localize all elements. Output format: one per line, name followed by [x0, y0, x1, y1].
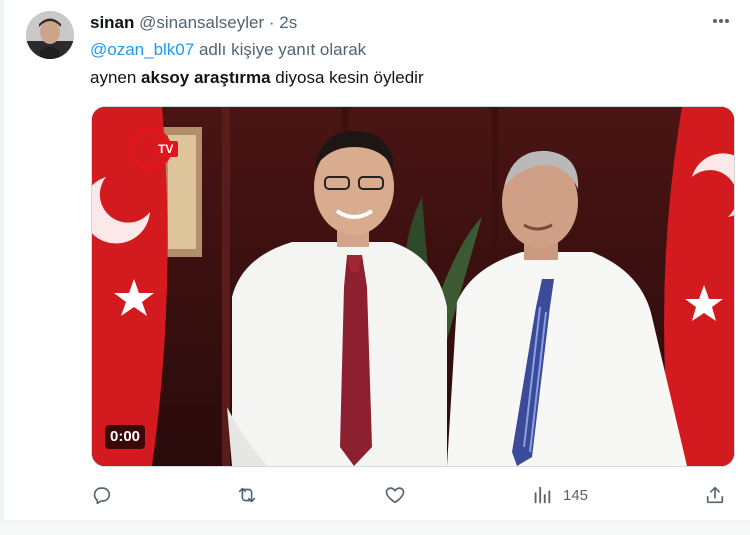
video-player[interactable]: TV	[91, 106, 735, 467]
avatar[interactable]	[26, 11, 74, 59]
tweet-actions-bar: 145	[88, 480, 734, 510]
reply-button[interactable]	[90, 480, 112, 510]
views-icon	[531, 484, 553, 506]
reply-icon	[90, 484, 112, 506]
tweet-text-start: aynen	[90, 68, 142, 87]
share-button[interactable]	[704, 480, 726, 510]
video-frame	[92, 107, 734, 466]
more-icon	[713, 19, 729, 23]
channel-logo-text: TV	[158, 142, 174, 156]
tweet-text-bold: aksoy araştırma	[141, 68, 271, 87]
user-handle[interactable]: @sinansalseyler	[139, 13, 264, 32]
timestamp[interactable]: 2s	[279, 13, 297, 32]
retweet-icon	[236, 484, 258, 506]
views-button[interactable]: 145	[531, 480, 588, 510]
views-count: 145	[563, 486, 589, 504]
tweet-text: aynen aksoy araştırma diyosa kesin öyled…	[90, 67, 424, 89]
like-button[interactable]	[384, 480, 406, 510]
reply-to-handle[interactable]: @ozan_blk07	[90, 40, 194, 59]
left-border	[0, 0, 4, 534]
reply-context-text: adlı kişiye yanıt olarak	[194, 40, 367, 59]
video-duration-badge: 0:00	[105, 425, 146, 449]
reply-context: @ozan_blk07 adlı kişiye yanıt olarak	[90, 39, 366, 61]
like-icon	[384, 484, 406, 506]
avatar-image	[26, 11, 74, 59]
retweet-button[interactable]	[236, 480, 258, 510]
next-tweet-divider	[0, 520, 750, 535]
share-icon	[704, 484, 726, 506]
tweet-text-end: diyosa kesin öyledir	[270, 68, 424, 87]
display-name[interactable]: sinan	[90, 13, 134, 32]
separator-dot: ·	[268, 13, 275, 32]
tweet-header: sinan @sinansalseyler · 2s	[90, 12, 297, 34]
more-options-button[interactable]	[710, 10, 732, 32]
